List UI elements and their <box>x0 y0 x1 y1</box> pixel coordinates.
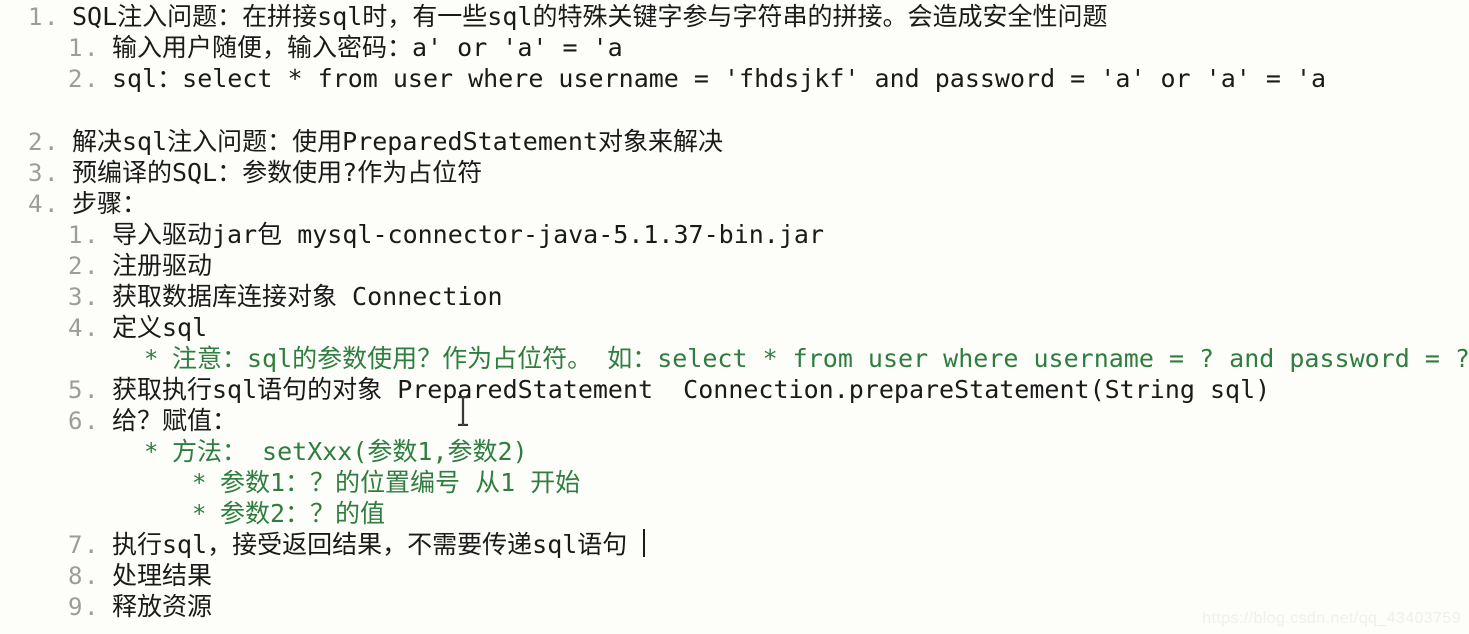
list-marker-4-3: 3. <box>68 283 100 311</box>
list-item-1-2-text: sql：select * from user where username = … <box>112 64 1327 93</box>
list-item-4-8-text: 处理结果 <box>112 561 213 590</box>
list-marker-4-2: 2. <box>68 252 100 280</box>
list-marker-1: 1. <box>28 3 60 31</box>
list-item-4-3-text: 获取数据库连接对象 Connection <box>112 282 503 311</box>
list-marker-3: 3. <box>28 159 60 187</box>
list-item-1-text: SQL注入问题：在拼接sql时，有一些sql的特殊关键字参与字符串的拼接。会造成… <box>72 2 1108 31</box>
note-text-setxxx-method: 方法： setXxx(参数1,参数2) <box>172 437 528 466</box>
note-text-param2: 参数2：？的值 <box>220 499 386 528</box>
list-item-4-7-text: 执行sql，接受返回结果，不需要传递sql语句 <box>112 530 628 559</box>
bullet-star-icon-param1: * <box>192 469 208 497</box>
list-item-4-1-text: 导入驱动jar包 mysql-connector-java-5.1.37-bin… <box>112 220 824 249</box>
list-item-4-4-text: 定义sql <box>112 313 208 342</box>
list-item-4-9-text: 释放资源 <box>112 592 213 621</box>
text-caret <box>643 529 645 557</box>
list-marker-2: 2. <box>28 128 60 156</box>
list-marker-4-1: 1. <box>68 221 100 249</box>
list-item-1-1-text: 输入用户随便，输入密码：a' or 'a' = 'a <box>112 33 623 62</box>
list-item-4-6-text: 给？赋值： <box>112 406 238 435</box>
list-marker-4-9: 9. <box>68 593 100 621</box>
bullet-star-icon-param2: * <box>192 500 208 528</box>
note-text-placeholder-usage: 注意：sql的参数使用？作为占位符。 如：select * from user … <box>172 344 1469 373</box>
bullet-star-icon-note: * <box>144 345 160 373</box>
list-marker-1-2: 2. <box>68 65 100 93</box>
note-text-param1: 参数1：？的位置编号 从1 开始 <box>220 468 581 497</box>
list-item-4-text: 步骤： <box>72 189 148 218</box>
list-marker-4-5: 5. <box>68 376 100 404</box>
list-item-3-text: 预编译的SQL：参数使用?作为占位符 <box>72 158 483 187</box>
list-item-2-text: 解决sql注入问题：使用PreparedStatement对象来解决 <box>72 127 724 156</box>
note-document: 1. SQL注入问题：在拼接sql时，有一些sql的特殊关键字参与字符串的拼接。… <box>0 0 1469 634</box>
bullet-star-icon-method: * <box>144 438 160 466</box>
list-marker-4: 4. <box>28 190 60 218</box>
list-marker-4-4: 4. <box>68 314 100 342</box>
watermark: https://blog.csdn.net/qq_43403759 <box>1202 610 1461 627</box>
list-marker-1-1: 1. <box>68 34 100 62</box>
list-item-4-5-text: 获取执行sql语句的对象 PreparedStatement Connectio… <box>112 375 1271 404</box>
list-marker-4-6: 6. <box>68 407 100 435</box>
list-item-4-2-text: 注册驱动 <box>112 251 213 280</box>
list-marker-4-7: 7. <box>68 531 100 559</box>
list-marker-4-8: 8. <box>68 562 100 590</box>
